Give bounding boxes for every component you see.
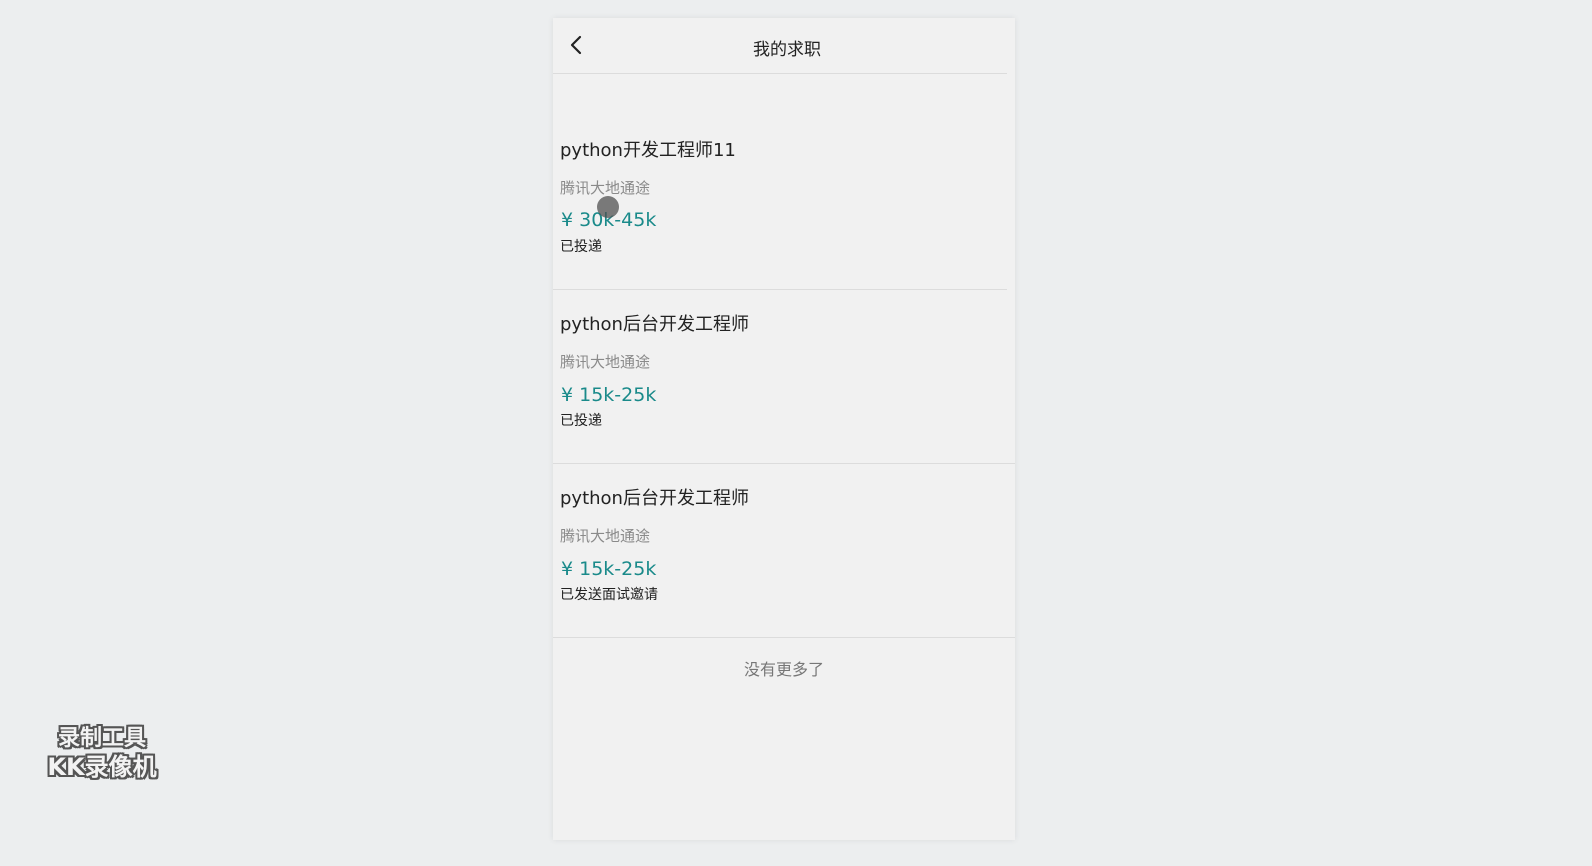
application-status: 已发送面试邀请	[560, 587, 658, 603]
recorder-watermark: 录制工具 KK录像机	[32, 724, 172, 782]
company-name: 腾讯大地通途	[560, 179, 651, 197]
job-card[interactable]: python后台开发工程师 腾讯大地通途 ¥ 15k-25k 已发送面试邀请	[553, 464, 1015, 638]
job-card[interactable]: python后台开发工程师 腾讯大地通途 ¥ 15k-25k 已投递	[553, 290, 1015, 464]
mouse-cursor-indicator	[597, 196, 619, 218]
salary: ¥ 15k-25k	[561, 558, 657, 580]
application-status: 已投递	[560, 413, 602, 429]
company-name: 腾讯大地通途	[560, 527, 651, 545]
salary: ¥ 15k-25k	[561, 384, 657, 406]
application-status: 已投递	[560, 239, 602, 255]
nav-bar: 我的求职	[553, 18, 1007, 74]
no-more-text: 没有更多了	[743, 660, 824, 679]
screen: 我的求职 python开发工程师11 腾讯大地通途 ¥ 30k-45k 已投递 …	[0, 0, 1592, 866]
job-card[interactable]: python开发工程师11 腾讯大地通途 ¥ 30k-45k 已投递	[553, 74, 1007, 290]
job-title: python开发工程师11	[560, 140, 736, 161]
mobile-page: 我的求职 python开发工程师11 腾讯大地通途 ¥ 30k-45k 已投递 …	[553, 18, 1015, 840]
job-title: python后台开发工程师	[560, 314, 749, 335]
watermark-line-1: 录制工具	[57, 726, 146, 751]
company-name: 腾讯大地通途	[560, 353, 651, 371]
page-title: 我的求职	[753, 40, 821, 60]
watermark-line-2: KK录像机	[47, 753, 157, 781]
job-title: python后台开发工程师	[560, 488, 749, 509]
